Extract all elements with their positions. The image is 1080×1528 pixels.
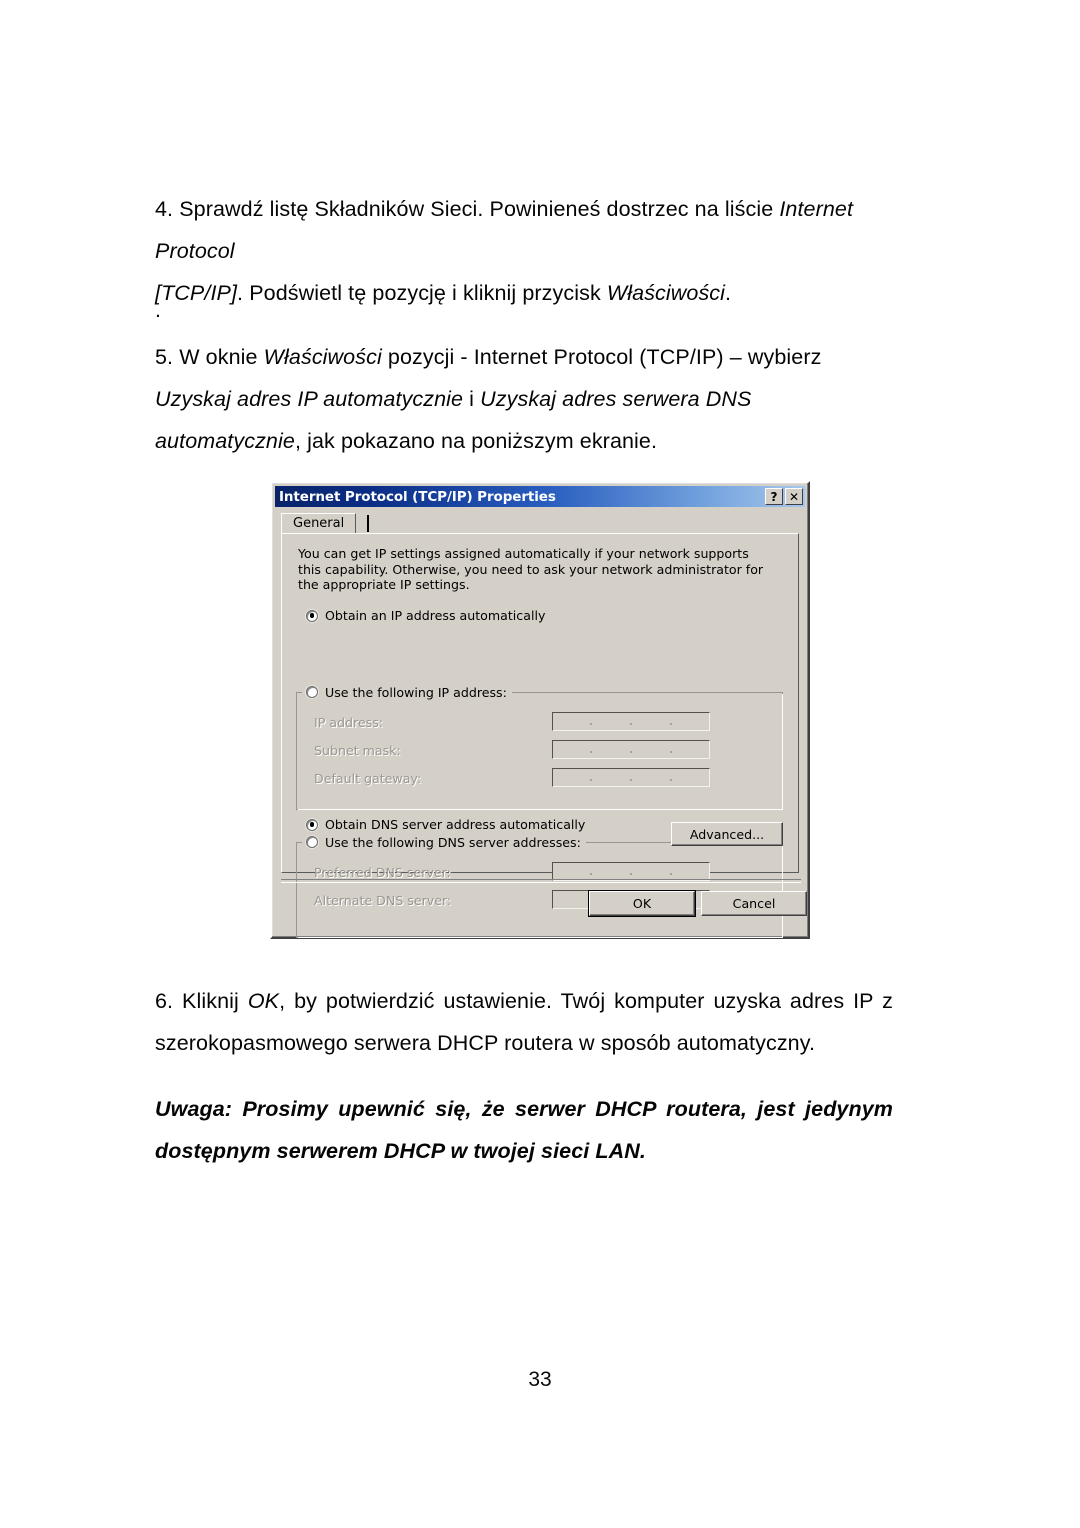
ip-dot xyxy=(670,873,672,875)
radio-label-use-dns: Use the following DNS server addresses: xyxy=(325,834,581,850)
radio-indicator-use-ip xyxy=(306,686,318,698)
label-preferred-dns: Preferred DNS server: xyxy=(314,865,451,880)
dialog-titlebar[interactable]: Internet Protocol (TCP/IP) Properties ? … xyxy=(275,486,805,507)
ip-dot xyxy=(630,723,632,725)
step5-text-1: pozycji - Internet Protocol (TCP/IP) – w… xyxy=(381,345,822,369)
document-page: 4. Sprawdź listę Składników Sieci. Powin… xyxy=(0,0,1080,1528)
radio-label-obtain-ip: Obtain an IP address automatically xyxy=(325,608,546,623)
radio-label-obtain-dns: Obtain DNS server address automatically xyxy=(325,817,586,832)
ip-dot xyxy=(590,873,592,875)
input-subnet-mask[interactable] xyxy=(552,740,710,759)
radio-use-following-ip[interactable]: Use the following IP address: xyxy=(302,684,512,700)
radio-indicator-obtain-dns xyxy=(306,818,318,831)
label-default-gateway: Default gateway: xyxy=(314,771,422,786)
step5-number: 5. W oknie xyxy=(155,345,264,369)
label-alternate-dns: Alternate DNS server: xyxy=(314,893,452,908)
close-icon[interactable]: ✕ xyxy=(785,488,803,505)
step5-text-2: i xyxy=(463,387,481,411)
page-number: 33 xyxy=(528,1368,552,1391)
ip-dot xyxy=(630,873,632,875)
dialog-tabpage: You can get IP settings assigned automat… xyxy=(281,533,799,938)
step5-italic-wlasciwosci: Właściwości xyxy=(263,345,382,369)
dialog-tabstrip: General xyxy=(281,513,799,535)
label-ip-address: IP address: xyxy=(314,715,384,730)
radio-obtain-ip-automatically[interactable]: Obtain an IP address automatically xyxy=(306,608,545,623)
ip-dot xyxy=(590,723,592,725)
ip-dot xyxy=(590,779,592,781)
tab-general[interactable]: General xyxy=(281,513,357,535)
ip-dot xyxy=(630,779,632,781)
advanced-button[interactable]: Advanced... xyxy=(671,822,783,846)
radio-indicator-use-dns xyxy=(306,836,318,848)
tcpip-properties-dialog: Internet Protocol (TCP/IP) Properties ? … xyxy=(270,481,810,939)
step5-text-3: , jak pokazano na poniższym ekranie. xyxy=(294,429,658,453)
step4-number: 4. xyxy=(155,197,180,221)
dialog-title: Internet Protocol (TCP/IP) Properties xyxy=(279,488,556,505)
step5-italic-uzyskaj-ip: Uzyskaj adres IP automatycznie xyxy=(155,387,464,411)
ip-dot xyxy=(670,779,672,781)
dialog-separator xyxy=(281,879,801,883)
ip-dot xyxy=(630,751,632,753)
label-subnet-mask: Subnet mask: xyxy=(314,743,401,758)
step6-italic-ok: OK xyxy=(247,989,280,1013)
radio-indicator-obtain-ip xyxy=(306,609,318,622)
ip-dot xyxy=(670,723,672,725)
input-ip-address[interactable] xyxy=(552,712,710,731)
dialog-description: You can get IP settings assigned automat… xyxy=(298,546,764,592)
cancel-button[interactable]: Cancel xyxy=(701,891,807,916)
radio-label-use-ip: Use the following IP address: xyxy=(325,684,507,700)
stray-period-line: . xyxy=(155,298,162,322)
paragraph-step-6: 6. Kliknij OK, by potwierdzić ustawienie… xyxy=(155,980,893,1064)
ip-dot xyxy=(670,751,672,753)
step4-text-a: Sprawdź listę Składników Sieci. Powinien… xyxy=(179,197,780,221)
input-default-gateway[interactable] xyxy=(552,768,710,787)
tab-focus-caret xyxy=(367,515,369,532)
paragraph-note: Uwaga: Prosimy upewnić się, że serwer DH… xyxy=(155,1097,893,1163)
radio-use-following-dns[interactable]: Use the following DNS server addresses: xyxy=(302,834,586,850)
paragraph-step-5: 5. W oknie Właściwości pozycji - Interne… xyxy=(155,336,893,462)
radio-obtain-dns-automatically[interactable]: Obtain DNS server address automatically xyxy=(306,817,585,832)
ok-button[interactable]: OK xyxy=(588,890,696,917)
ip-dot xyxy=(590,751,592,753)
step6-number: 6. Kliknij xyxy=(155,989,248,1013)
help-icon[interactable]: ? xyxy=(765,488,783,505)
